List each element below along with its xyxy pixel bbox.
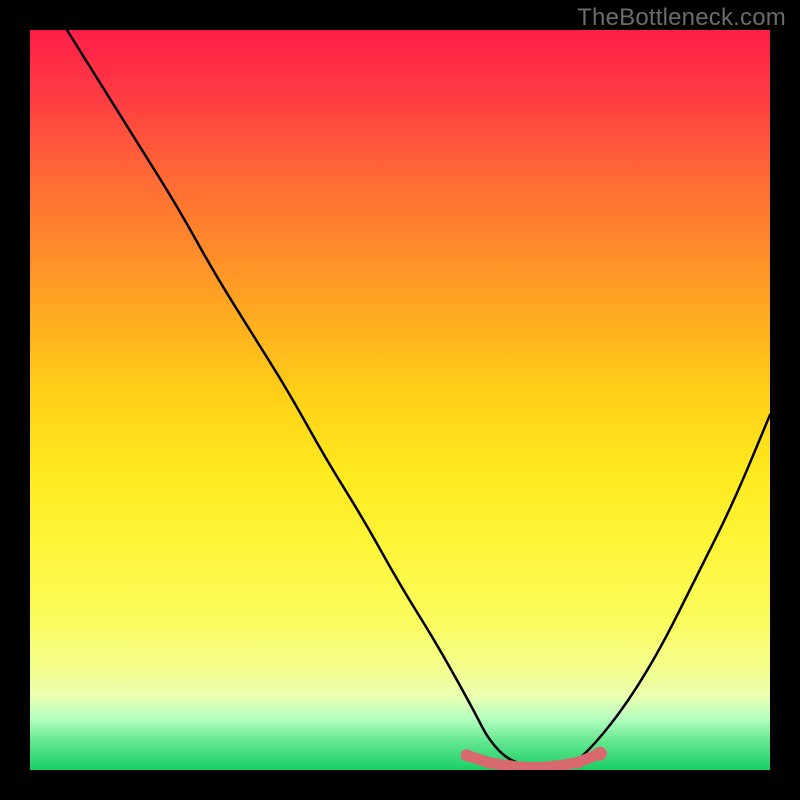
chart-root: TheBottleneck.com [0,0,800,800]
bottleneck-curve [67,30,770,770]
highlight-dot [593,747,607,761]
plot-area [30,30,770,770]
highlight-dot [483,757,495,769]
highlight-dot [572,757,584,769]
highlight-markers [461,747,607,770]
curve-svg [30,30,770,770]
watermark-text: TheBottleneck.com [577,4,786,32]
highlight-dot [461,749,473,761]
